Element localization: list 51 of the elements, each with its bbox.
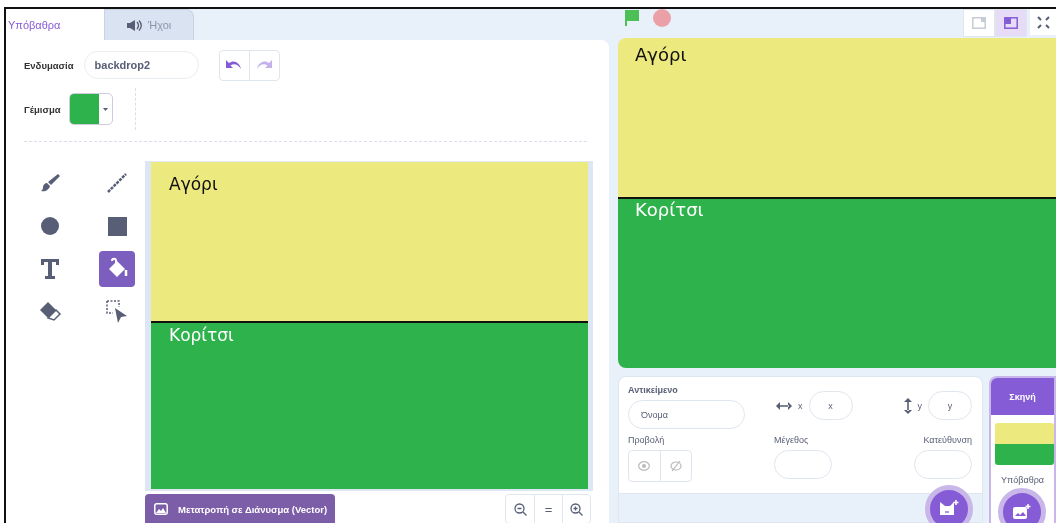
- sprite-name-field[interactable]: Όνομα: [628, 400, 745, 429]
- sprite-label: Αντικείμενο: [628, 385, 679, 395]
- undo-icon: [226, 60, 243, 70]
- y-field[interactable]: y: [928, 391, 972, 420]
- backdrops-label: Υπόβαθρα: [1001, 475, 1044, 485]
- fill-color-picker[interactable]: [68, 93, 113, 125]
- large-stage-icon: [972, 17, 986, 29]
- image-icon: [154, 503, 168, 515]
- canvas-text: Κορίτσι: [169, 325, 234, 345]
- small-stage-icon: [1004, 17, 1018, 29]
- convert-to-vector-button[interactable]: Μετατροπή σε Διάνυσμα (Vector): [145, 494, 336, 523]
- x-field[interactable]: x: [808, 391, 853, 420]
- direction-field[interactable]: [914, 450, 972, 479]
- eye-icon: [638, 461, 651, 471]
- line-icon: [105, 171, 129, 195]
- stage-header: Σκηνή: [991, 378, 1054, 415]
- zoom-in-icon: [570, 502, 583, 516]
- square-icon: [107, 216, 127, 236]
- drawing-canvas[interactable]: Αγόρι Κορίτσι: [145, 161, 593, 491]
- horizontal-arrows-icon: [776, 401, 792, 410]
- size-label: Μέγεθος: [774, 435, 810, 445]
- vertical-arrows-icon: [903, 397, 912, 414]
- fill-tool-button[interactable]: [99, 251, 135, 287]
- add-sprite-button[interactable]: [925, 485, 973, 523]
- y-label: y: [917, 400, 922, 411]
- backdrop-thumbnail[interactable]: [995, 423, 1054, 465]
- caret-icon: [102, 107, 108, 111]
- redo-icon: [256, 60, 273, 70]
- circle-icon: [40, 216, 60, 236]
- crossed-eye-icon: [669, 460, 682, 472]
- speaker-icon: [127, 19, 142, 31]
- cat-plus-icon: [939, 500, 959, 518]
- direction-label: Κατεύθυνση: [923, 435, 972, 445]
- fullscreen-button[interactable]: [1030, 9, 1056, 35]
- costume-label: Ενδυμασία: [24, 59, 74, 71]
- tab[interactable]: Υπόβαθρα: [6, 9, 104, 40]
- eraser-icon: [38, 300, 62, 324]
- fill-label: Γέμισμα: [24, 103, 61, 115]
- stage-text: Αγόρι: [635, 44, 687, 65]
- show-label: Προβολή: [628, 435, 666, 445]
- select-icon: [106, 300, 128, 324]
- fullscreen-icon: [1036, 15, 1050, 29]
- image-plus-icon: [1013, 504, 1031, 520]
- canvas-text: Αγόρι: [169, 174, 218, 194]
- size-field[interactable]: [774, 450, 832, 479]
- add-backdrop-button[interactable]: [998, 488, 1046, 523]
- x-label: x: [798, 400, 803, 411]
- stage-text: Κορίτσι: [635, 199, 704, 220]
- text-tool-icon: [41, 259, 59, 279]
- stage-layout-button[interactable]: [995, 9, 1027, 37]
- zoom-out-icon: [513, 502, 527, 516]
